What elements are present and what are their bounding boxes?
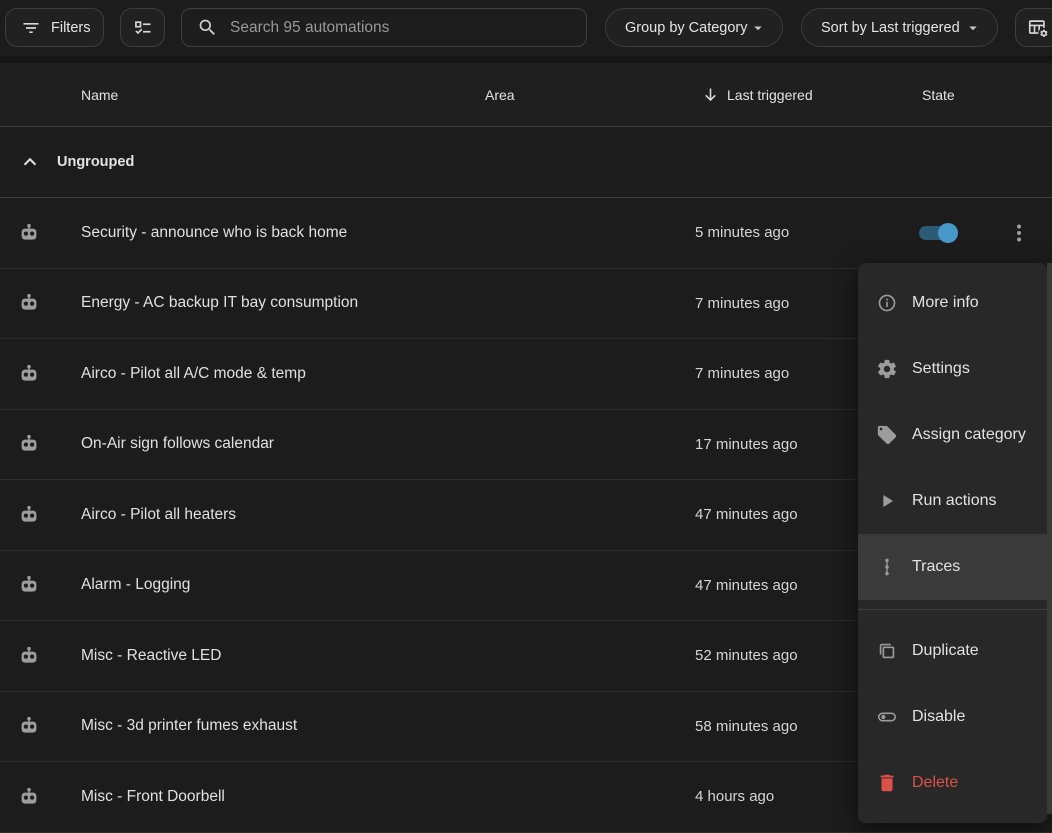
- group-label: Ungrouped: [57, 154, 134, 170]
- menu-item-traces[interactable]: Traces: [858, 534, 1047, 600]
- menu-item-label: Delete: [912, 774, 958, 792]
- filters-button[interactable]: Filters: [5, 8, 104, 47]
- toolbar: Filters Group by Category Sort by Last t…: [0, 0, 1052, 56]
- search-box: [181, 8, 587, 47]
- table-settings-button[interactable]: [1015, 8, 1052, 47]
- state-cell: [900, 198, 1052, 268]
- toggle-off-icon: [876, 706, 898, 728]
- column-header-area[interactable]: Area: [485, 87, 695, 103]
- filter-icon: [21, 18, 41, 38]
- automation-name: Alarm - Logging: [81, 576, 485, 594]
- menu-item-delete[interactable]: Delete: [858, 750, 1047, 816]
- checklist-icon: [133, 18, 153, 38]
- column-header-last-triggered[interactable]: Last triggered: [695, 85, 900, 104]
- menu-item-disable[interactable]: Disable: [858, 684, 1047, 750]
- table-header: Name Area Last triggered State: [0, 56, 1052, 127]
- automation-name: On-Air sign follows calendar: [81, 435, 485, 453]
- column-header-last-triggered-label: Last triggered: [727, 87, 813, 103]
- column-header-name[interactable]: Name: [81, 87, 485, 103]
- table-row[interactable]: Security - announce who is back home 5 m…: [0, 198, 1052, 269]
- group-by-dropdown[interactable]: Group by Category: [605, 8, 783, 47]
- menu-item-label: Disable: [912, 708, 965, 726]
- robot-icon: [0, 785, 81, 809]
- search-icon: [197, 17, 218, 38]
- automation-name: Energy - AC backup IT bay consumption: [81, 294, 485, 312]
- robot-icon: [0, 573, 81, 597]
- dots-vertical-icon: [1007, 221, 1031, 245]
- menu-item-label: Run actions: [912, 492, 997, 510]
- robot-icon: [0, 644, 81, 668]
- filters-label: Filters: [51, 20, 90, 36]
- robot-icon: [0, 503, 81, 527]
- tag-icon: [876, 424, 898, 446]
- play-icon: [876, 490, 898, 512]
- menu-item-duplicate[interactable]: Duplicate: [858, 618, 1047, 684]
- search-input[interactable]: [230, 9, 586, 46]
- table-cog-icon: [1027, 17, 1049, 39]
- chevron-down-icon: [749, 19, 767, 37]
- menu-item-label: Settings: [912, 360, 970, 378]
- menu-item-more-info[interactable]: More info: [858, 270, 1047, 336]
- robot-icon: [0, 432, 81, 456]
- copy-icon: [876, 640, 898, 662]
- sort-by-label: Sort by Last triggered: [821, 20, 960, 36]
- menu-item-label: Assign category: [912, 426, 1026, 444]
- selection-mode-button[interactable]: [120, 8, 165, 47]
- info-icon: [876, 292, 898, 314]
- menu-item-run-actions[interactable]: Run actions: [858, 468, 1047, 534]
- trash-icon: [876, 772, 898, 794]
- menu-item-settings[interactable]: Settings: [858, 336, 1047, 402]
- robot-icon: [0, 291, 81, 315]
- sort-arrow-down-icon: [701, 85, 720, 104]
- automation-name: Misc - 3d printer fumes exhaust: [81, 717, 485, 735]
- robot-icon: [0, 362, 81, 386]
- automation-name: Airco - Pilot all heaters: [81, 506, 485, 524]
- group-by-label: Group by Category: [625, 20, 748, 36]
- robot-icon: [0, 221, 81, 245]
- menu-item-assign-category[interactable]: Assign category: [858, 402, 1047, 468]
- toggle-knob: [938, 223, 958, 243]
- automation-name: Misc - Reactive LED: [81, 647, 485, 665]
- menu-item-label: Duplicate: [912, 642, 979, 660]
- column-header-state[interactable]: State: [900, 87, 1052, 103]
- chevron-down-icon: [964, 19, 982, 37]
- row-context-menu: More info Settings Assign category Run a…: [858, 263, 1047, 823]
- automation-name: Misc - Front Doorbell: [81, 788, 485, 806]
- menu-item-label: More info: [912, 294, 979, 312]
- automation-name: Security - announce who is back home: [81, 224, 485, 242]
- group-row-ungrouped[interactable]: Ungrouped: [0, 127, 1052, 198]
- automation-name: Airco - Pilot all A/C mode & temp: [81, 365, 485, 383]
- robot-icon: [0, 714, 81, 738]
- chevron-up-icon[interactable]: [19, 151, 41, 173]
- state-toggle-on[interactable]: [919, 226, 956, 240]
- menu-item-label: Traces: [912, 558, 960, 576]
- menu-divider: [858, 609, 1047, 610]
- last-triggered-value: 5 minutes ago: [695, 224, 900, 241]
- row-overflow-menu-button[interactable]: [1002, 216, 1036, 250]
- sort-by-dropdown[interactable]: Sort by Last triggered: [801, 8, 998, 47]
- scrollbar[interactable]: [1047, 263, 1052, 814]
- gear-icon: [876, 358, 898, 380]
- trace-icon: [876, 556, 898, 578]
